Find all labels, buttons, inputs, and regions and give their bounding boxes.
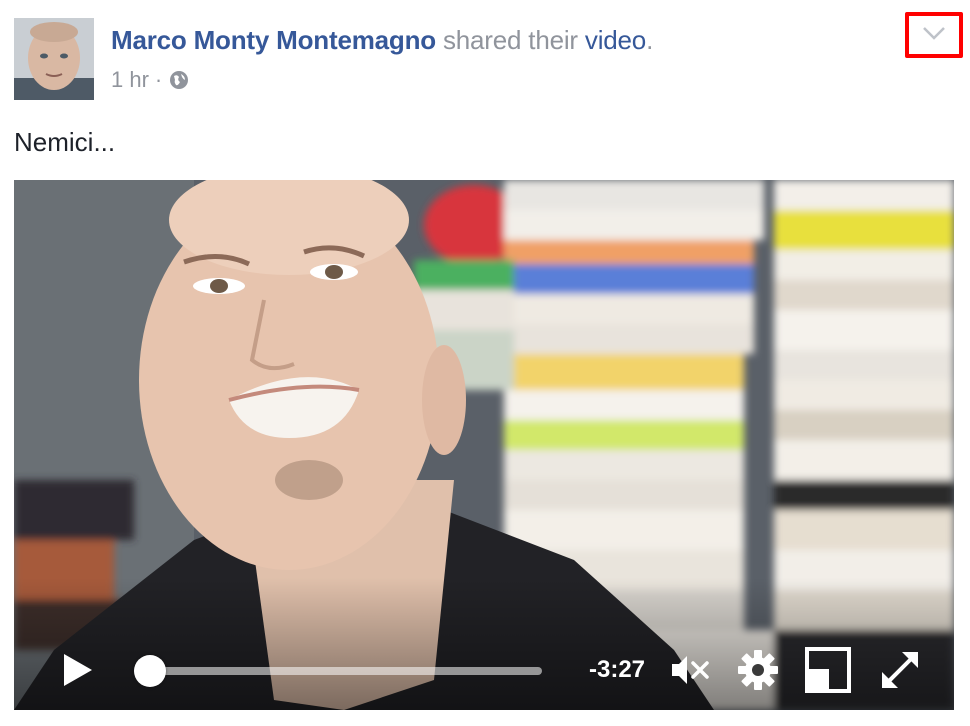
time-remaining: -3:27 [589,656,646,683]
action-text: shared their [442,25,578,55]
post-options-button[interactable] [905,12,963,58]
avatar[interactable] [14,18,94,100]
mute-icon[interactable] [668,648,712,692]
progress-bar[interactable] [134,655,542,687]
meta-separator: · [154,67,163,92]
post-header: Marco Monty Montemagno shared their vide… [111,24,653,56]
pip-icon[interactable] [804,646,852,694]
chevron-down-icon [922,26,946,45]
post-text: Nemici... [14,127,116,157]
gear-icon[interactable] [736,648,780,692]
play-icon[interactable] [58,650,98,690]
progress-scrubber[interactable] [134,655,167,687]
fullscreen-icon[interactable] [878,648,922,692]
author-name-link[interactable]: Marco Monty Montemagno [111,25,436,55]
period-text: . [646,25,654,55]
video-link[interactable]: video [585,25,646,55]
video-player[interactable]: -3:27 [14,180,954,710]
video-controls: -3:27 [14,630,954,710]
post-meta: 1 hr · [111,66,190,94]
globe-icon[interactable] [168,69,190,91]
timestamp-link[interactable]: 1 hr [111,66,149,94]
